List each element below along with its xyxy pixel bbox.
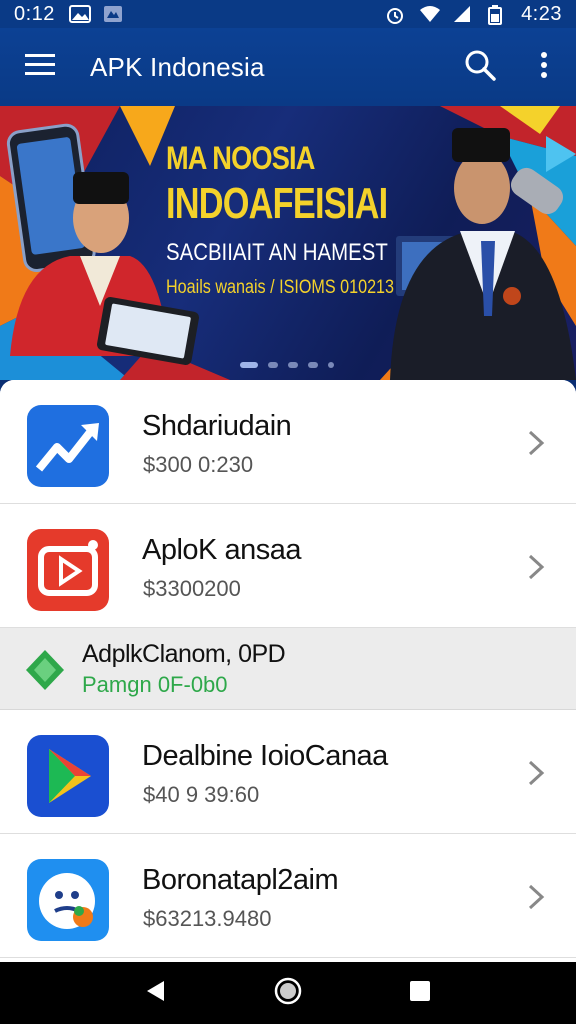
chevron-right-icon <box>524 552 548 582</box>
app-price: $3300200 <box>143 576 241 601</box>
play-store-icon <box>27 735 109 817</box>
carousel-dot[interactable] <box>308 362 318 368</box>
list-item[interactable]: Shdariudain $300 0:230 <box>0 380 576 504</box>
battery-icon <box>487 5 507 25</box>
more-vert-icon <box>540 51 548 83</box>
promo-banner[interactable]: MA NOOSIA INDOAFEISIAI SACBIIAIT AN HAME… <box>0 106 576 380</box>
chevron-right-icon <box>524 882 548 912</box>
page-title: APK Indonesia <box>90 51 265 82</box>
list-item[interactable]: Boronatapl2aim $63213.9480 <box>0 834 576 958</box>
carousel-dot[interactable] <box>268 362 278 368</box>
status-bar: 0:12 4:23 <box>0 0 576 28</box>
banner-caption: Hoails wanais / ISIOMS 010213 <box>166 277 395 298</box>
green-diamond-icon <box>26 650 64 690</box>
app-name: Shdariudain <box>142 410 292 442</box>
face-bubble-icon <box>27 859 109 941</box>
app-price: $40 9 39:60 <box>143 782 260 807</box>
banner-headline-2: INDOAFEISIAI <box>166 179 388 228</box>
app-bar: APK Indonesia <box>0 28 576 106</box>
recents-button[interactable] <box>400 973 440 1013</box>
carousel-dots <box>240 362 334 368</box>
banner-headline-1: MA NOOSIA <box>166 140 315 176</box>
trending-chart-icon <box>27 405 109 487</box>
app-name: Boronatapl2aim <box>142 864 339 896</box>
app-name: AploK ansaa <box>142 534 301 566</box>
status-time-right: 4:23 <box>521 2 562 25</box>
carousel-dot[interactable] <box>328 362 334 368</box>
status-right: 4:23 <box>385 3 562 26</box>
menu-icon <box>25 53 55 81</box>
back-button[interactable] <box>136 973 176 1013</box>
signal-icon <box>453 5 473 23</box>
search-button[interactable] <box>448 28 512 106</box>
banner-text: MA NOOSIA INDOAFEISIAI SACBIIAIT AN HAME… <box>166 140 436 299</box>
gallery-icon <box>68 5 91 23</box>
alarm-icon <box>385 5 405 24</box>
promo-subtitle: Pamgn 0F-0b0 <box>82 672 228 697</box>
list-item[interactable]: AploK ansaa $3300200 <box>0 504 576 628</box>
home-button[interactable] <box>268 973 308 1013</box>
menu-button[interactable] <box>0 28 80 106</box>
home-icon <box>274 977 302 1010</box>
overflow-menu-button[interactable] <box>512 28 576 106</box>
banner-subtitle: SACBIIAIT AN HAMEST <box>166 239 388 266</box>
system-nav-bar <box>0 962 576 1024</box>
wifi-icon <box>419 5 441 23</box>
search-icon <box>464 49 496 86</box>
recents-icon <box>409 980 431 1007</box>
promo-name: AdplkClanom, 0PD <box>82 640 286 668</box>
status-left: 0:12 <box>14 3 123 26</box>
status-time-left: 0:12 <box>14 2 55 25</box>
carousel-dot[interactable] <box>240 362 258 368</box>
app-price: $300 0:230 <box>143 452 254 477</box>
app-icon <box>103 5 123 23</box>
promo-list-item[interactable]: AdplkClanom, 0PD Pamgn 0F-0b0 <box>0 628 576 710</box>
chevron-right-icon <box>524 428 548 458</box>
video-play-icon <box>27 529 109 611</box>
app-price: $63213.9480 <box>143 906 272 931</box>
chevron-right-icon <box>524 758 548 788</box>
carousel-dot[interactable] <box>288 362 298 368</box>
app-list: Shdariudain $300 0:230 AploK ansaa $3300… <box>0 380 576 962</box>
back-icon <box>144 979 168 1008</box>
list-item[interactable]: Dealbine IoioCanaa $40 9 39:60 <box>0 710 576 834</box>
app-name: Dealbine IoioCanaa <box>142 740 388 772</box>
